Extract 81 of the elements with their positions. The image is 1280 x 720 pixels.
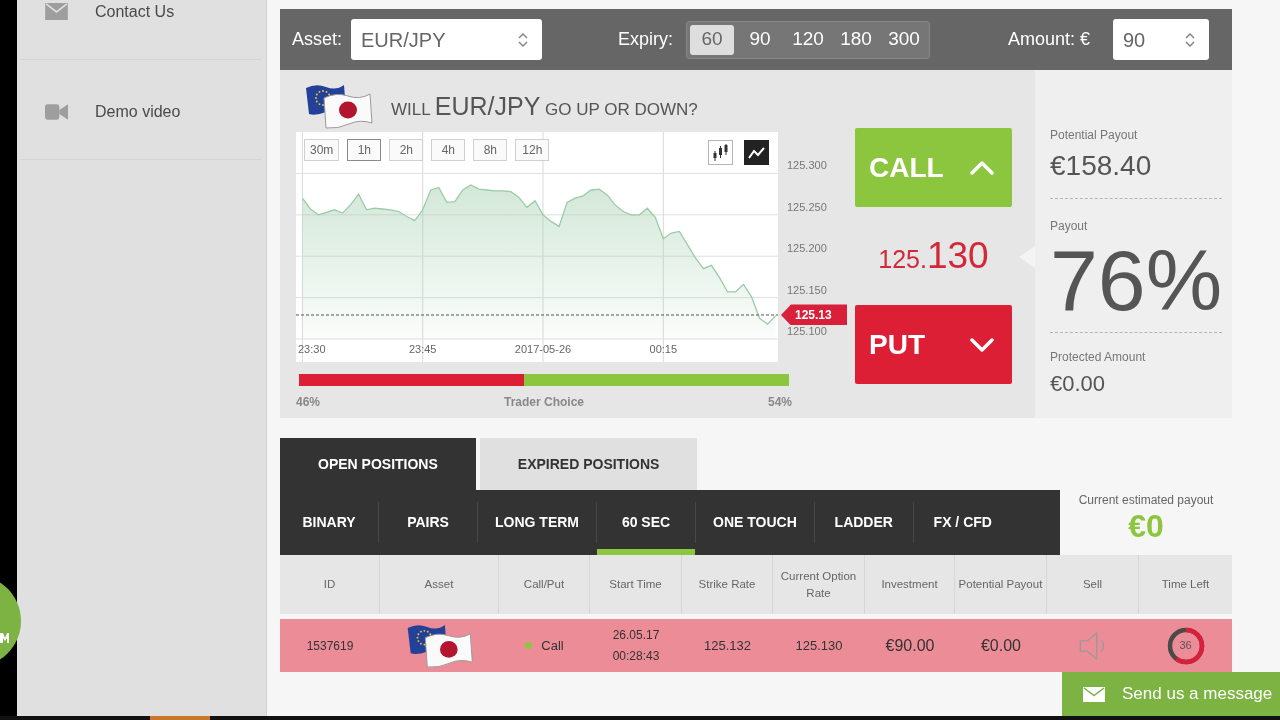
chart-type-button[interactable] [708,140,733,165]
column-header: ID [280,555,380,614]
timeframe-button[interactable]: 30m [304,139,340,161]
timeframe-button[interactable]: 8h [473,139,508,161]
column-header: Potential Payout [955,555,1047,614]
table-cell-text: 125.132 [704,636,751,655]
table-row[interactable]: 1537619 Call 26.05.17 00:28:43 125.132 125.130 €90.00 €0.00 36 [280,619,1232,672]
expiry-option[interactable]: 60 [690,24,735,55]
chevron-down-icon [970,337,994,352]
timeframe-button[interactable]: 4h [431,139,466,161]
category-tab[interactable]: LONG TERM [478,490,596,555]
payout-value: €158.40 [1050,150,1153,182]
amount-select[interactable]: 90 [1113,19,1209,60]
column-header: Strike Rate [682,555,773,614]
table-cell-text: €90.00 [885,635,935,656]
timeframe-button[interactable]: 12h [515,139,550,161]
expiry-option[interactable]: 300 [882,24,927,55]
positions-tab[interactable]: OPEN POSITIONS [280,438,476,490]
column-header: Call/Put [499,555,590,614]
axis-label: 125.200 [787,243,827,255]
trader-choice-label: Trader Choice [504,394,584,411]
question-heading: WILL EUR/JPY GO UP OR DOWN? [391,90,698,122]
payout-label: Potential Payout [1050,128,1139,142]
up-down-caret-icon [518,32,529,47]
table-cell-text: €0.00 [980,635,1021,656]
column-header: Asset [380,555,499,614]
category-tab[interactable]: LADDER [814,490,913,555]
trader-choice-reading: 54% [767,394,792,411]
category-tab[interactable]: BINARY [280,490,378,555]
envelope-icon [1083,686,1105,702]
axis-label: 125.250 [787,201,827,213]
time-left-value: 36 [1179,638,1192,654]
axis-label: 00:15 [649,343,678,355]
category-tab[interactable]: FX / CFD [913,490,1012,555]
column-header: Sell [1047,555,1139,614]
sidebar-item[interactable]: Demo video [20,60,261,160]
positions-tab[interactable]: EXPIRED POSITIONS [479,438,698,490]
timeframe-button[interactable]: 2h [389,139,424,161]
expiry-label: Expiry: [618,28,674,51]
axis-label: 2017-05-26 [514,343,572,355]
mail-icon [45,3,68,20]
column-header: Start Time [590,555,682,614]
line-chart-icon [748,145,765,160]
current-rate: 125.130 [878,234,989,279]
payout-label: Payout [1050,219,1089,233]
category-tab[interactable]: PAIRS [379,490,477,555]
axis-label: 125.150 [787,284,827,296]
asset-select[interactable]: EUR/JPY [351,19,543,60]
payout-value: €0.00 [1050,371,1107,397]
axis-label: 23:30 [298,343,326,355]
amount-label: Amount: € [1007,28,1090,51]
estimated-payout-value: €0 [1128,509,1164,543]
expiry-option[interactable]: 180 [834,24,879,55]
chevron-up-icon [970,160,994,175]
expiry-option[interactable]: 90 [738,24,783,55]
put-button[interactable]: PUT [855,305,1012,384]
axis-label: 125.300 [787,160,827,172]
table-cell-text: Call [541,636,564,655]
timeframe-button[interactable]: 1h [347,139,382,161]
estimated-payout-label: Current estimated payout [1078,493,1214,507]
sidebar-item[interactable]: Contact Us [20,0,261,60]
expiry-option[interactable]: 120 [786,24,831,55]
up-down-caret-icon [1185,32,1195,47]
asset-label: Asset: [292,28,343,51]
chart-type-button[interactable] [744,140,769,165]
candlestick-icon [712,144,729,161]
trader-choice-reading: 46% [296,394,321,411]
table-cell-text: 1537619 [306,637,354,655]
column-header: Time Left [1160,577,1211,592]
video-camera-icon [45,103,68,120]
payout-percentage: 76% [1050,237,1222,323]
table-cell-text: 26.05.17 00:28:43 [612,626,660,665]
category-tab[interactable]: ONE TOUCH [696,490,814,555]
column-header: Investment [865,555,955,614]
table-cell-text: 125.130 [795,636,843,655]
payout-label: Protected Amount [1050,350,1147,364]
axis-label: 23:45 [408,343,437,355]
column-header: Current Option Rate [773,555,865,614]
axis-label: 125.100 [787,326,827,337]
current-price-tag: 125.13 [781,304,847,326]
flags-icon [304,83,374,130]
